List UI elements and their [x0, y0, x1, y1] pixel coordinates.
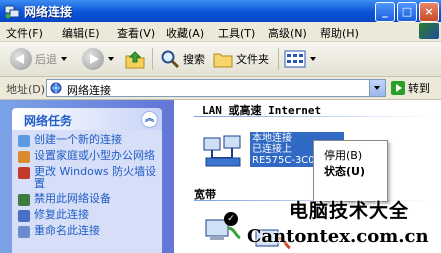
- address-input[interactable]: 网络连接: [46, 79, 386, 97]
- network-connections-icon: [50, 82, 62, 94]
- menu-view[interactable]: 查看(V): [117, 25, 155, 41]
- toolbar: 后退 搜索 文件夹: [0, 42, 441, 77]
- toolbar-separator: [278, 48, 279, 70]
- network-connections-icon: [4, 5, 20, 19]
- menu-help[interactable]: 帮助(H): [320, 25, 359, 41]
- address-label: 地址(D): [6, 83, 46, 96]
- chevron-down-icon: [108, 57, 114, 61]
- watermark-title: 电脑技术大全: [289, 200, 410, 222]
- chevron-down-icon: [310, 57, 316, 61]
- search-button[interactable]: 搜索: [160, 46, 205, 72]
- window-title: 网络连接: [24, 5, 73, 19]
- task-change-firewall[interactable]: 更改 Windows 防火墙设置: [18, 166, 158, 190]
- go-arrow-icon: [391, 81, 405, 95]
- toolbar-separator: [152, 48, 153, 70]
- up-folder-icon: [125, 51, 145, 69]
- folders-button[interactable]: 文件夹: [213, 46, 269, 72]
- go-label: 转到: [408, 82, 430, 95]
- task-label: 创建一个新的连接: [34, 133, 122, 146]
- default-connection-check-icon: ✓: [224, 212, 238, 226]
- firewall-icon: [18, 167, 30, 179]
- up-folder-button[interactable]: [124, 46, 146, 72]
- task-repair-connection[interactable]: 修复此连接: [18, 209, 158, 222]
- menu-bar: 文件(F) 编辑(E) 查看(V) 收藏(A) 工具(T) 高级(N) 帮助(H…: [0, 22, 441, 42]
- folder-icon: [213, 53, 233, 68]
- address-dropdown-button[interactable]: [369, 80, 385, 96]
- home-network-icon: [18, 151, 30, 163]
- folders-label: 文件夹: [236, 53, 269, 66]
- forward-arrow-icon: [82, 48, 104, 70]
- task-label: 设置家庭或小型办公网络: [34, 149, 155, 162]
- task-label: 重命名此连接: [34, 224, 100, 237]
- forward-button[interactable]: [82, 46, 114, 72]
- close-button[interactable]: ×: [419, 2, 439, 22]
- collapse-chevron-icon[interactable]: ︽: [141, 111, 158, 128]
- network-tasks-header[interactable]: 网络任务 ︽: [12, 108, 162, 130]
- views-grid-icon: [284, 50, 306, 68]
- back-label: 后退: [35, 53, 57, 66]
- rename-icon: [18, 226, 30, 238]
- go-button[interactable]: 转到: [391, 79, 439, 97]
- back-arrow-icon: [10, 48, 32, 70]
- task-pane: 网络任务 ︽ 创建一个新的连接 设置家庭或小型办公网络 更改 Windows 防…: [0, 100, 174, 253]
- disable-device-icon: [18, 194, 30, 206]
- lan-connection-icon[interactable]: [202, 134, 244, 172]
- title-bar[interactable]: 网络连接 _ □ ×: [0, 0, 441, 22]
- address-value: 网络连接: [67, 84, 111, 97]
- task-label: 修复此连接: [34, 208, 89, 221]
- menu-file[interactable]: 文件(F): [6, 25, 43, 41]
- task-label: 禁用此网络设备: [34, 192, 111, 205]
- watermark-url: Cantontex.com.cn: [247, 226, 429, 247]
- new-connection-icon: [18, 135, 30, 147]
- maximize-button[interactable]: □: [397, 2, 417, 22]
- group-divider: [194, 116, 434, 117]
- context-menu: 停用(B) 状态(U): [313, 140, 388, 202]
- menu-advanced[interactable]: 高级(N): [268, 25, 307, 41]
- task-setup-home-network[interactable]: 设置家庭或小型办公网络: [18, 150, 158, 163]
- back-button[interactable]: 后退: [10, 46, 67, 72]
- chevron-down-icon: [374, 86, 380, 90]
- search-icon: [161, 50, 180, 69]
- menu-favorites[interactable]: 收藏(A): [166, 25, 204, 41]
- views-button[interactable]: [284, 46, 316, 72]
- network-tasks-panel: 网络任务 ︽ 创建一个新的连接 设置家庭或小型办公网络 更改 Windows 防…: [12, 108, 162, 253]
- context-disable[interactable]: 停用(B): [324, 147, 362, 163]
- task-rename-connection[interactable]: 重命名此连接: [18, 225, 158, 238]
- network-tasks-list: 创建一个新的连接 设置家庭或小型办公网络 更改 Windows 防火墙设置 禁用…: [12, 130, 162, 253]
- network-tasks-title: 网络任务: [24, 114, 73, 128]
- repair-icon: [18, 210, 30, 222]
- task-disable-device[interactable]: 禁用此网络设备: [18, 193, 158, 206]
- task-label: 更改 Windows 防火墙设置: [34, 165, 157, 190]
- menu-tools[interactable]: 工具(T): [218, 25, 255, 41]
- task-create-connection[interactable]: 创建一个新的连接: [18, 134, 158, 147]
- menu-edit[interactable]: 编辑(E): [62, 25, 100, 41]
- address-bar: 地址(D) 网络连接 转到: [0, 77, 441, 100]
- explorer-window: 网络连接 _ □ × 文件(F) 编辑(E) 查看(V) 收藏(A) 工具(T)…: [0, 0, 441, 253]
- search-label: 搜索: [183, 53, 205, 66]
- context-status[interactable]: 状态(U): [324, 163, 365, 179]
- chevron-down-icon: [61, 57, 67, 61]
- windows-logo-icon: [419, 23, 439, 39]
- minimize-button[interactable]: _: [375, 2, 395, 22]
